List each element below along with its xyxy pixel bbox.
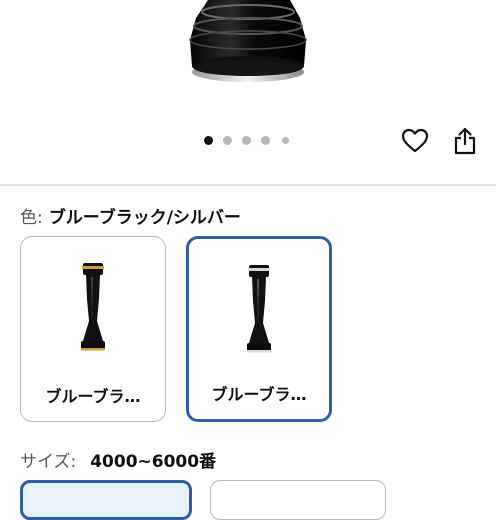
size-key: サイズ:: [20, 452, 77, 472]
color-selector-label: 色: ブルーブラック/シルバー: [20, 203, 241, 228]
share-button[interactable]: [450, 126, 480, 156]
selected-color-value: ブルーブラック/シルバー: [48, 208, 241, 228]
color-swatch-option-2-selected[interactable]: ブルーブラ…: [186, 236, 332, 422]
carousel-dot-2[interactable]: [223, 136, 232, 145]
product-thumbnail: [247, 265, 271, 353]
color-swatch-option-1[interactable]: ブルーブラ…: [20, 236, 166, 422]
carousel-dot-1[interactable]: [204, 136, 213, 145]
carousel-dot-5[interactable]: [282, 137, 289, 144]
product-thumbnail: [81, 263, 105, 351]
carousel-dot-4[interactable]: [261, 136, 270, 145]
swatch-label: ブルーブラ…: [45, 387, 141, 406]
product-image[interactable]: [0, 0, 496, 100]
section-divider: [0, 184, 496, 186]
swatch-label: ブルーブラ…: [211, 385, 307, 404]
carousel-dot-3[interactable]: [242, 136, 251, 145]
favorite-button[interactable]: [400, 126, 430, 156]
size-option-1-selected[interactable]: [20, 480, 192, 520]
size-option-2[interactable]: [210, 480, 386, 520]
share-icon: [454, 127, 476, 155]
selected-size-value: 4000~6000番: [90, 452, 217, 472]
heart-icon: [401, 128, 429, 153]
size-selector-label: サイズ: 4000~6000番: [20, 447, 216, 472]
color-key: 色:: [20, 208, 43, 228]
